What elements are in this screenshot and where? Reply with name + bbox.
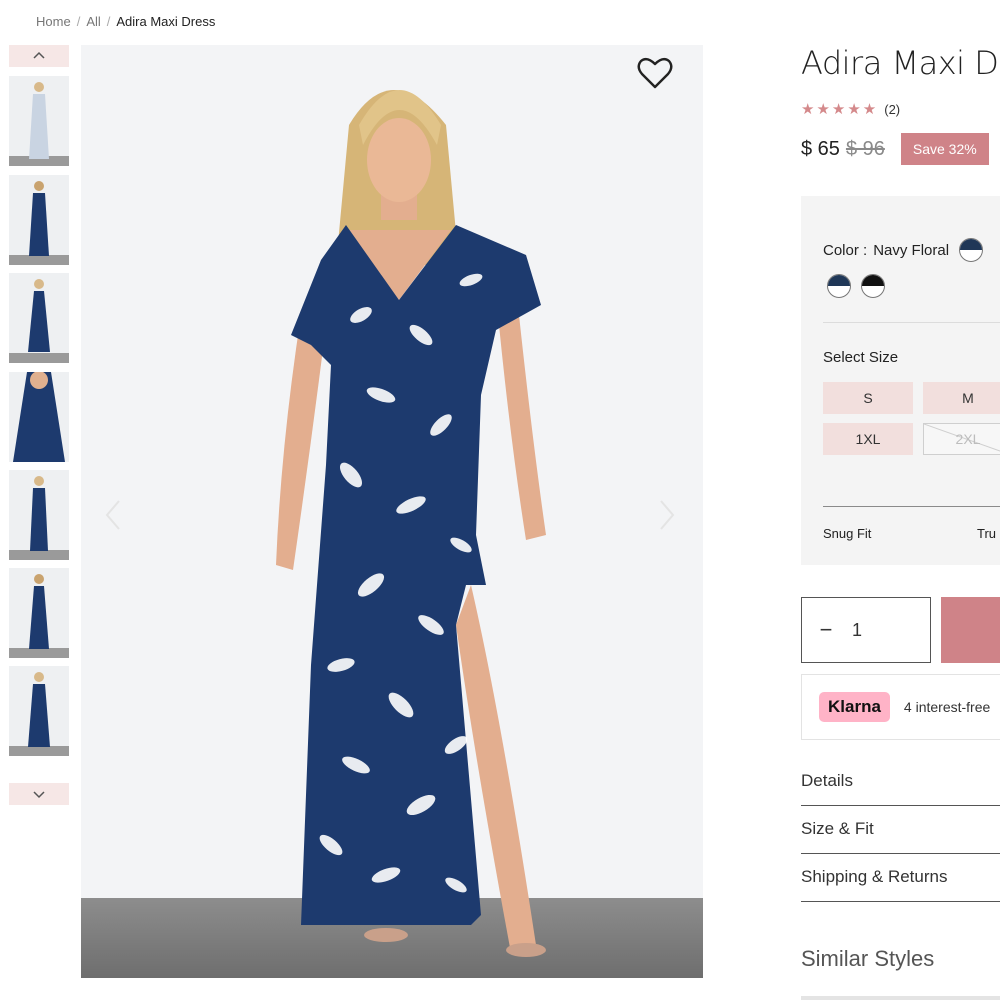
accordion-shipping-returns-label: Shipping & Returns [801, 867, 948, 886]
divider [823, 322, 1000, 323]
breadcrumb: Home / All / Adira Maxi Dress [36, 14, 215, 29]
quantity-input[interactable] [850, 618, 894, 642]
add-to-cart-button[interactable] [941, 597, 1000, 663]
color-swatch-navy-floral[interactable] [827, 274, 851, 298]
color-selector-label: Color : Navy Floral [823, 238, 984, 262]
similar-styles-heading: Similar Styles [801, 946, 935, 971]
save-badge: Save 32% [900, 133, 989, 165]
color-label: Color : [823, 241, 868, 259]
compare-at-price: $ 96 [845, 137, 885, 160]
selected-color-swatch [959, 238, 984, 262]
thumbnail-2[interactable] [9, 175, 69, 265]
thumbnail-1[interactable] [9, 76, 69, 166]
accordion-details[interactable]: Details [801, 757, 1000, 806]
select-size-label: Select Size [823, 349, 899, 366]
size-button-1xl[interactable]: 1XL [823, 423, 913, 455]
klarna-logo: Klarna [819, 692, 890, 722]
fit-scale-line [823, 506, 1000, 507]
color-swatch-black[interactable] [861, 274, 885, 298]
accordion-size-fit-label: Size & Fit [801, 819, 874, 838]
next-image-arrow-icon[interactable] [651, 495, 681, 535]
breadcrumb-separator: / [106, 14, 111, 29]
fit-label-snug: Snug Fit [823, 526, 872, 541]
quantity-stepper: − [801, 597, 931, 663]
product-options-panel: Color : Navy Floral Select Size S M 1XL … [801, 196, 1000, 565]
thumbnail-7[interactable] [9, 666, 69, 756]
previous-image-arrow-icon[interactable] [99, 495, 129, 535]
breadcrumb-separator: / [76, 14, 81, 29]
breadcrumb-all-link[interactable]: All [86, 14, 100, 29]
thumbnail-6[interactable] [9, 568, 69, 658]
chevron-up-icon [33, 51, 45, 59]
breadcrumb-current: Adira Maxi Dress [116, 14, 216, 29]
product-rating[interactable]: ★★★★★ (2) [801, 100, 900, 118]
color-swatches [827, 274, 885, 298]
chevron-down-icon [33, 791, 45, 799]
breadcrumb-home-link[interactable]: Home [36, 14, 71, 29]
accordion-details-label: Details [801, 771, 853, 790]
sale-price: $ 65 [801, 137, 840, 160]
thumbnail-3[interactable] [9, 273, 69, 363]
similar-styles-preview [801, 996, 1000, 1000]
size-button-m[interactable]: M [923, 382, 1000, 414]
decrease-quantity-button[interactable]: − [802, 617, 850, 643]
thumbnail-scroll-up-button[interactable] [9, 45, 69, 67]
price-row: $ 65 $ 96 Save 32% [801, 133, 989, 165]
fit-label-true: Tru [977, 526, 997, 541]
thumbnail-4[interactable] [9, 372, 69, 462]
review-count[interactable]: (2) [884, 102, 900, 117]
product-title: Adira Maxi Dr [801, 44, 1000, 82]
heart-icon[interactable] [635, 53, 675, 93]
size-label-2xl: 2XL [955, 431, 981, 447]
accordion-shipping-returns[interactable]: Shipping & Returns [801, 853, 1000, 902]
klarna-payment-info[interactable]: Klarna 4 interest-free [801, 674, 1000, 740]
thumbnail-scroll-down-button[interactable] [9, 783, 69, 805]
accordion-size-fit[interactable]: Size & Fit [801, 805, 1000, 854]
rating-stars: ★★★★★ [801, 101, 879, 118]
model-in-dress-illustration [276, 90, 546, 957]
thumbnail-5[interactable] [9, 470, 69, 560]
size-button-2xl-unavailable: 2XL [923, 423, 1000, 455]
color-value: Navy Floral [873, 241, 950, 259]
main-product-image[interactable] [81, 45, 703, 978]
klarna-text: 4 interest-free [903, 699, 991, 715]
size-button-s[interactable]: S [823, 382, 913, 414]
